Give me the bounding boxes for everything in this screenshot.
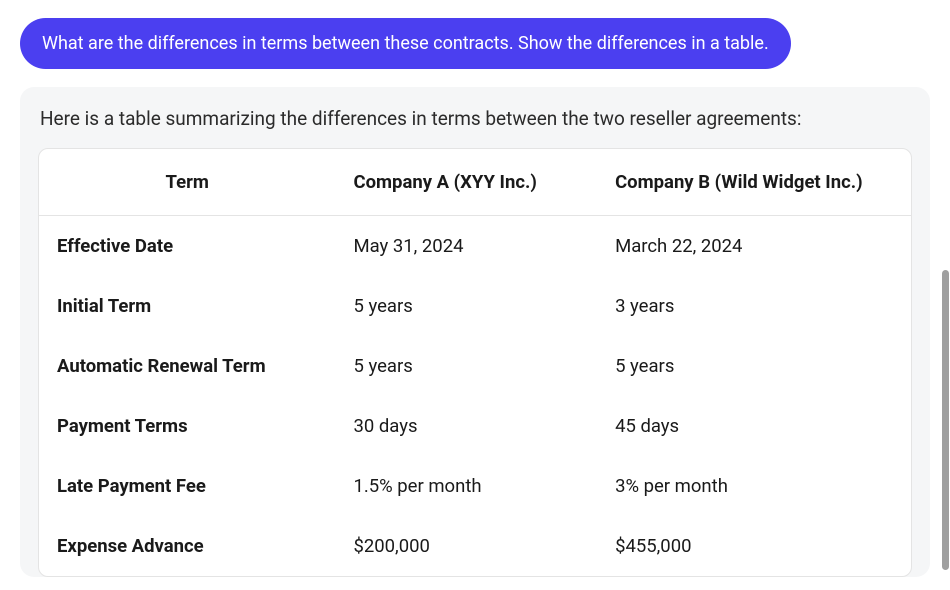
table-row: Effective Date May 31, 2024 March 22, 20…	[39, 216, 911, 277]
table-row: Late Payment Fee 1.5% per month 3% per m…	[39, 456, 911, 516]
row-label: Effective Date	[39, 216, 335, 277]
row-label: Initial Term	[39, 276, 335, 336]
row-value-b: 5 years	[597, 336, 911, 396]
scrollbar-thumb[interactable]	[942, 270, 949, 570]
table-header-row: Term Company A (XYY Inc.) Company B (Wil…	[39, 149, 911, 216]
row-value-a: 1.5% per month	[335, 456, 597, 516]
table-row: Payment Terms 30 days 45 days	[39, 396, 911, 456]
assistant-intro-text: Here is a table summarizing the differen…	[40, 107, 912, 130]
col-header-company-a: Company A (XYY Inc.)	[335, 149, 597, 216]
table-row: Automatic Renewal Term 5 years 5 years	[39, 336, 911, 396]
row-label: Expense Advance	[39, 516, 335, 576]
row-value-b: 3 years	[597, 276, 911, 336]
col-header-company-b: Company B (Wild Widget Inc.)	[597, 149, 911, 216]
row-value-a: 5 years	[335, 276, 597, 336]
user-message-bubble: What are the differences in terms betwee…	[20, 18, 791, 69]
row-value-b: 45 days	[597, 396, 911, 456]
table-row: Expense Advance $200,000 $455,000	[39, 516, 911, 576]
col-header-term: Term	[39, 149, 335, 216]
row-value-a: May 31, 2024	[335, 216, 597, 277]
row-label: Automatic Renewal Term	[39, 336, 335, 396]
user-message-text: What are the differences in terms betwee…	[42, 33, 769, 54]
row-label: Late Payment Fee	[39, 456, 335, 516]
row-value-a: 30 days	[335, 396, 597, 456]
comparison-table: Term Company A (XYY Inc.) Company B (Wil…	[39, 149, 911, 576]
row-value-b: $455,000	[597, 516, 911, 576]
table-row: Initial Term 5 years 3 years	[39, 276, 911, 336]
comparison-table-wrap: Term Company A (XYY Inc.) Company B (Wil…	[38, 148, 912, 577]
row-value-a: 5 years	[335, 336, 597, 396]
row-value-a: $200,000	[335, 516, 597, 576]
row-value-b: March 22, 2024	[597, 216, 911, 277]
row-label: Payment Terms	[39, 396, 335, 456]
row-value-b: 3% per month	[597, 456, 911, 516]
assistant-response-card: Here is a table summarizing the differen…	[20, 87, 930, 577]
